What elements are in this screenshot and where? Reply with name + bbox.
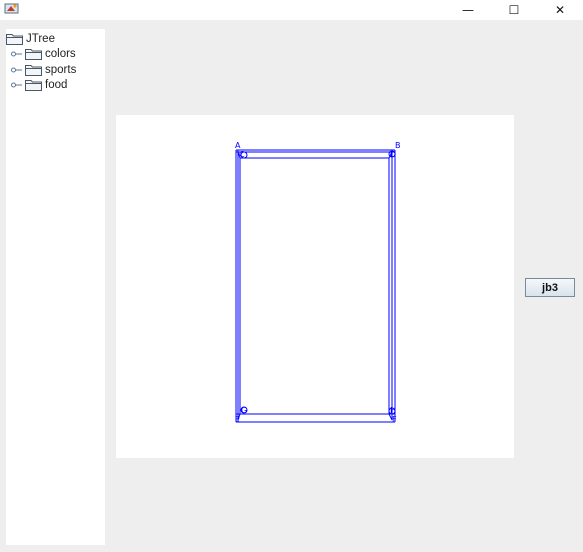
close-button[interactable]: ✕ — [537, 0, 583, 20]
folder-open-icon — [6, 33, 23, 45]
jb3-button[interactable]: jb3 — [525, 278, 575, 297]
tree-item-label: colors — [45, 47, 76, 60]
vertex-label: H — [390, 406, 396, 415]
folder-icon — [25, 48, 42, 60]
tree-item-food[interactable]: food — [11, 77, 67, 92]
tree-panel[interactable]: JTree colors sports food — [6, 29, 105, 545]
expand-handle-icon[interactable] — [11, 50, 23, 58]
vertex-label: C — [239, 150, 245, 159]
close-icon: ✕ — [554, 3, 566, 17]
minimize-button[interactable]: — — [445, 0, 491, 20]
minimize-icon: — — [462, 3, 474, 17]
folder-icon — [25, 79, 42, 91]
tree-item-label: sports — [45, 63, 77, 76]
expand-handle-icon[interactable] — [11, 81, 23, 89]
vertex-label: D — [390, 150, 396, 159]
maximize-button[interactable]: ☐ — [491, 0, 537, 20]
maximize-icon: ☐ — [508, 3, 520, 17]
tree-item-colors[interactable]: colors — [11, 46, 76, 61]
app-window: — ☐ ✕ JTree colors sports food A B C D E… — [0, 0, 583, 552]
wireframe-box: A B C D E F G H — [235, 141, 401, 424]
vertex-label: A — [235, 141, 241, 150]
tree-item-label: food — [45, 78, 68, 91]
expand-handle-icon[interactable] — [11, 66, 23, 74]
drawing-canvas[interactable]: A B C D E F G H — [116, 115, 514, 458]
tree-root-node[interactable]: JTree — [6, 31, 55, 46]
inner-rect — [239, 157, 390, 415]
vertex-label: G — [241, 406, 247, 415]
title-bar: — ☐ ✕ — [0, 0, 583, 20]
folder-icon — [25, 64, 42, 76]
tree-item-sports[interactable]: sports — [11, 62, 76, 77]
java-app-icon — [4, 3, 19, 14]
tree-root-label: JTree — [26, 32, 55, 45]
vertex-label: F — [392, 415, 397, 424]
vertex-label: E — [235, 415, 240, 424]
vertex-label: B — [395, 141, 401, 150]
